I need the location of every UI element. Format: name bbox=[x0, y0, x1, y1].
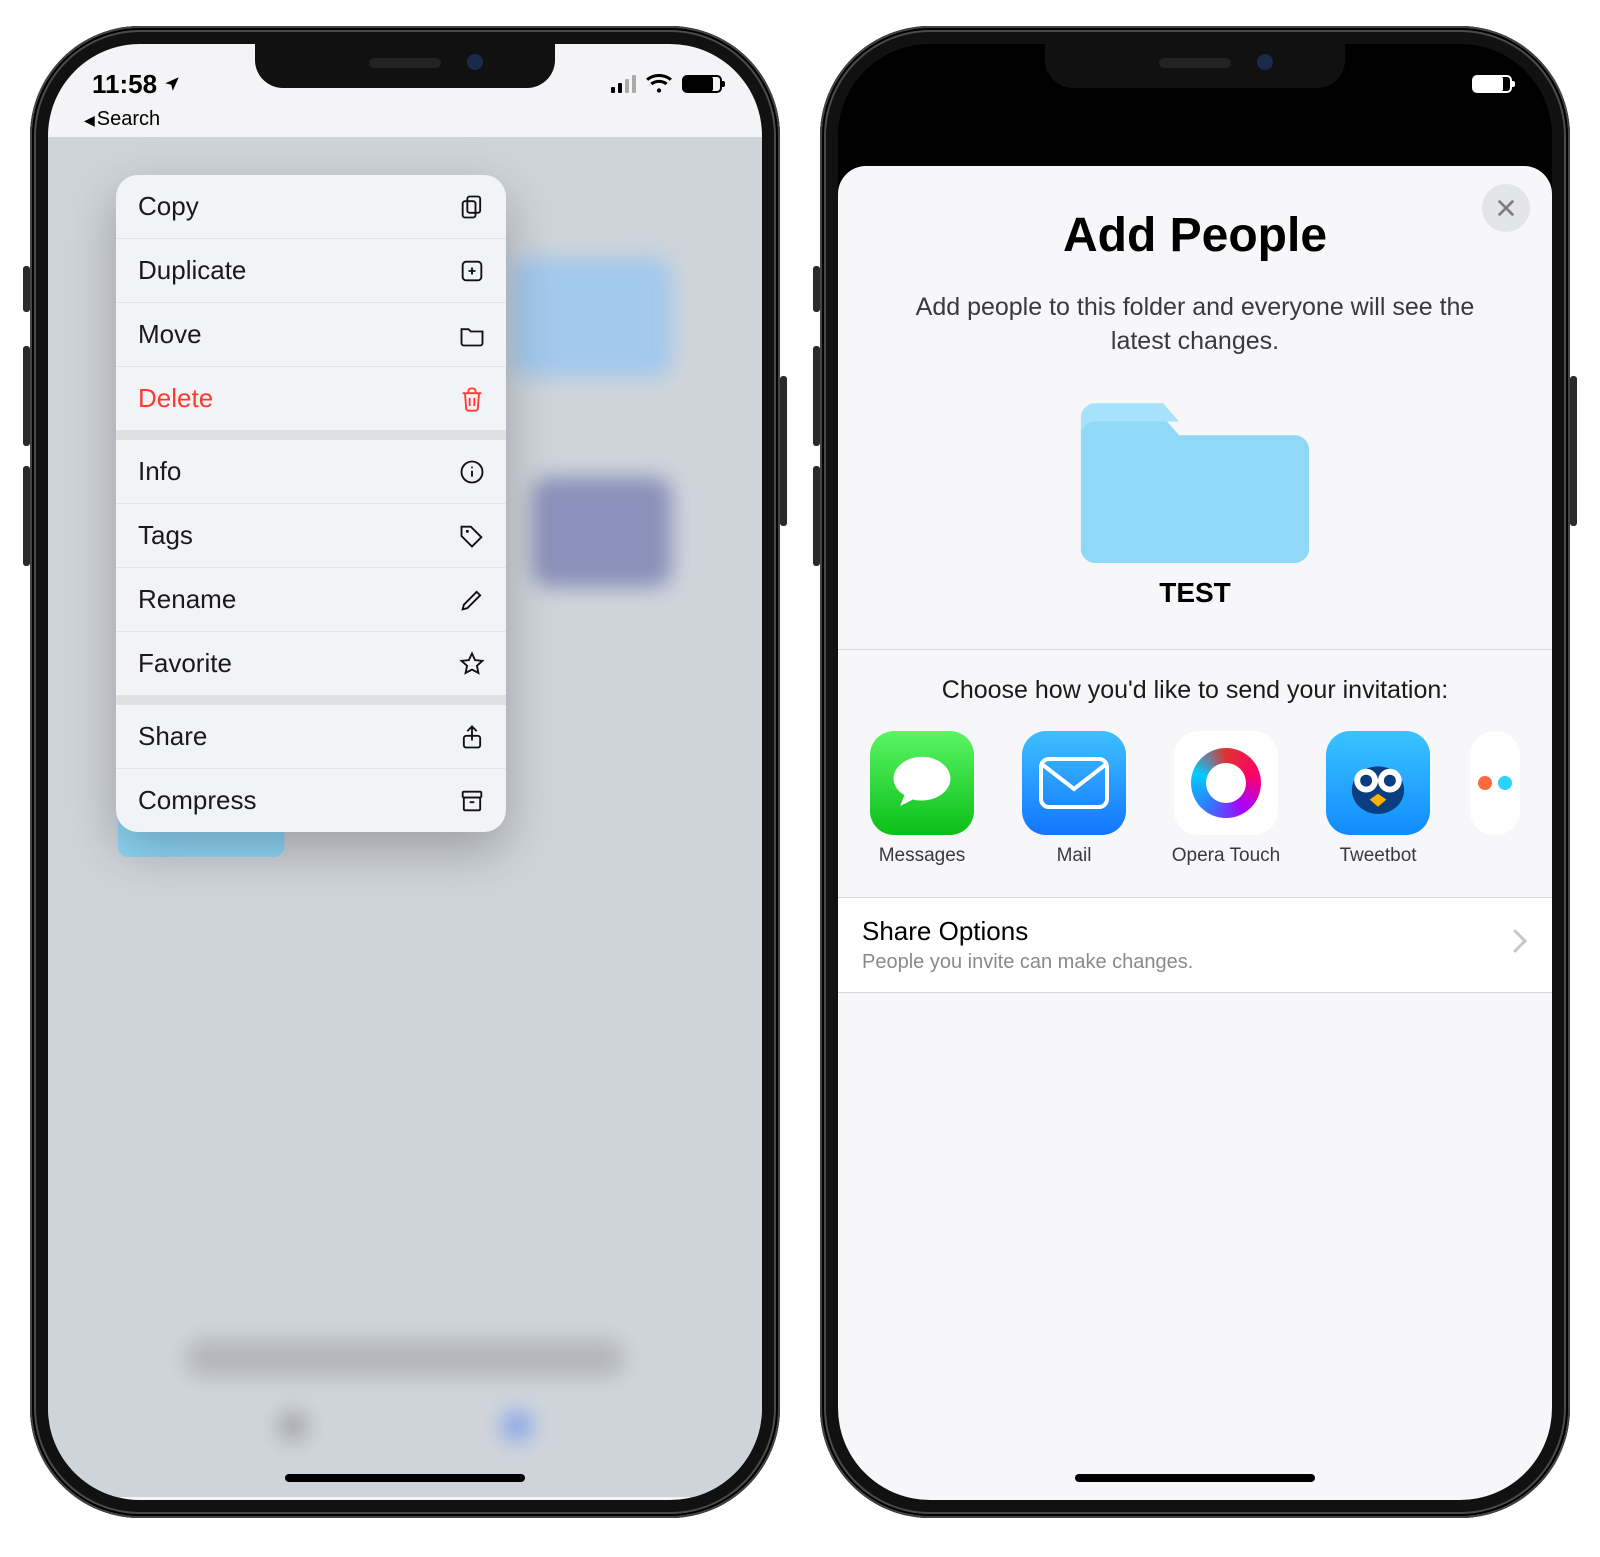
notch bbox=[1045, 44, 1345, 88]
context-menu-rename[interactable]: Rename bbox=[116, 568, 506, 632]
context-menu-label: Info bbox=[138, 456, 181, 487]
divider bbox=[838, 649, 1552, 650]
screen-left: 11:58 Search bbox=[48, 44, 762, 1500]
battery-icon bbox=[1472, 75, 1512, 93]
folder-icon bbox=[458, 321, 486, 349]
context-menu: Copy Duplicate Move Delete Info Tags Rename Fav… bbox=[116, 175, 506, 832]
context-menu-label: Copy bbox=[138, 191, 199, 222]
back-to-search-link[interactable]: Search bbox=[48, 108, 762, 137]
context-menu-label: Tags bbox=[138, 520, 193, 551]
share-sheet: Add People Add people to this folder and… bbox=[838, 166, 1552, 1500]
context-menu-label: Favorite bbox=[138, 648, 232, 679]
side-button bbox=[780, 376, 787, 526]
context-menu-tags[interactable]: Tags bbox=[116, 504, 506, 568]
copy-icon bbox=[458, 193, 486, 221]
notch bbox=[255, 44, 555, 88]
app-label: Mail bbox=[1014, 845, 1134, 867]
mail-icon bbox=[1022, 731, 1126, 835]
opera-touch-icon bbox=[1174, 731, 1278, 835]
context-menu-move[interactable]: Move bbox=[116, 303, 506, 367]
app-label: Messages bbox=[862, 845, 982, 867]
archive-icon bbox=[458, 787, 486, 815]
close-button[interactable] bbox=[1482, 184, 1530, 232]
more-icon bbox=[1470, 731, 1520, 835]
volume-up-button bbox=[23, 346, 30, 446]
duplicate-icon bbox=[458, 257, 486, 285]
tag-icon bbox=[458, 522, 486, 550]
context-menu-label: Move bbox=[138, 319, 202, 350]
sheet-title: Add People bbox=[838, 208, 1552, 263]
app-label: Opera Touch bbox=[1166, 845, 1286, 867]
share-options-subtitle: People you invite can make changes. bbox=[862, 951, 1193, 974]
share-options-title: Share Options bbox=[862, 916, 1193, 947]
star-icon bbox=[458, 650, 486, 678]
context-menu-favorite[interactable]: Favorite bbox=[116, 632, 506, 705]
phone-right: 11:58 Search Add People bbox=[820, 26, 1570, 1518]
volume-down-button bbox=[813, 466, 820, 566]
context-menu-label: Duplicate bbox=[138, 255, 246, 286]
battery-icon bbox=[682, 75, 722, 93]
context-menu-label: Share bbox=[138, 721, 207, 752]
context-menu-label: Delete bbox=[138, 383, 213, 414]
status-time-text: 11:58 bbox=[92, 69, 157, 100]
choose-invitation-label: Choose how you'd like to send your invit… bbox=[878, 676, 1512, 705]
context-menu-delete[interactable]: Delete bbox=[116, 367, 506, 440]
phone-left: 11:58 Search bbox=[30, 26, 780, 1518]
mute-switch bbox=[23, 266, 30, 312]
tweetbot-icon bbox=[1326, 731, 1430, 835]
share-apps-row[interactable]: Messages Mail Opera Touch bbox=[838, 705, 1552, 891]
share-app-opera-touch[interactable]: Opera Touch bbox=[1166, 731, 1286, 867]
status-time: 11:58 bbox=[92, 69, 181, 100]
home-indicator[interactable] bbox=[1075, 1474, 1315, 1482]
home-indicator[interactable] bbox=[285, 1474, 525, 1482]
share-icon bbox=[458, 723, 486, 751]
share-app-mail[interactable]: Mail bbox=[1014, 731, 1134, 867]
share-app-messages[interactable]: Messages bbox=[862, 731, 982, 867]
context-menu-label: Rename bbox=[138, 584, 236, 615]
context-menu-info[interactable]: Info bbox=[116, 440, 506, 504]
side-button bbox=[1570, 376, 1577, 526]
share-options-row[interactable]: Share Options People you invite can make… bbox=[838, 897, 1552, 993]
context-menu-copy[interactable]: Copy bbox=[116, 175, 506, 239]
mute-switch bbox=[813, 266, 820, 312]
pencil-icon bbox=[458, 586, 486, 614]
folder-name-label: TEST bbox=[838, 577, 1552, 609]
context-menu-compress[interactable]: Compress bbox=[116, 769, 506, 832]
screen-right: 11:58 Search Add People bbox=[838, 44, 1552, 1500]
app-label: Tweetbot bbox=[1318, 845, 1438, 867]
context-menu-label: Compress bbox=[138, 785, 256, 816]
info-icon bbox=[458, 458, 486, 486]
cellular-icon bbox=[611, 75, 636, 93]
chevron-right-icon bbox=[1512, 928, 1528, 962]
location-icon bbox=[163, 69, 181, 100]
volume-down-button bbox=[23, 466, 30, 566]
share-app-more[interactable] bbox=[1470, 731, 1520, 867]
files-background: Copy Duplicate Move Delete Info Tags Rename Fav… bbox=[48, 137, 762, 1497]
folder-graphic bbox=[1080, 385, 1310, 563]
volume-up-button bbox=[813, 346, 820, 446]
wifi-icon bbox=[646, 74, 672, 94]
share-app-tweetbot[interactable]: Tweetbot bbox=[1318, 731, 1438, 867]
sheet-subtitle: Add people to this folder and everyone w… bbox=[888, 291, 1502, 359]
context-menu-share[interactable]: Share bbox=[116, 705, 506, 769]
trash-icon bbox=[458, 385, 486, 413]
context-menu-duplicate[interactable]: Duplicate bbox=[116, 239, 506, 303]
messages-icon bbox=[870, 731, 974, 835]
